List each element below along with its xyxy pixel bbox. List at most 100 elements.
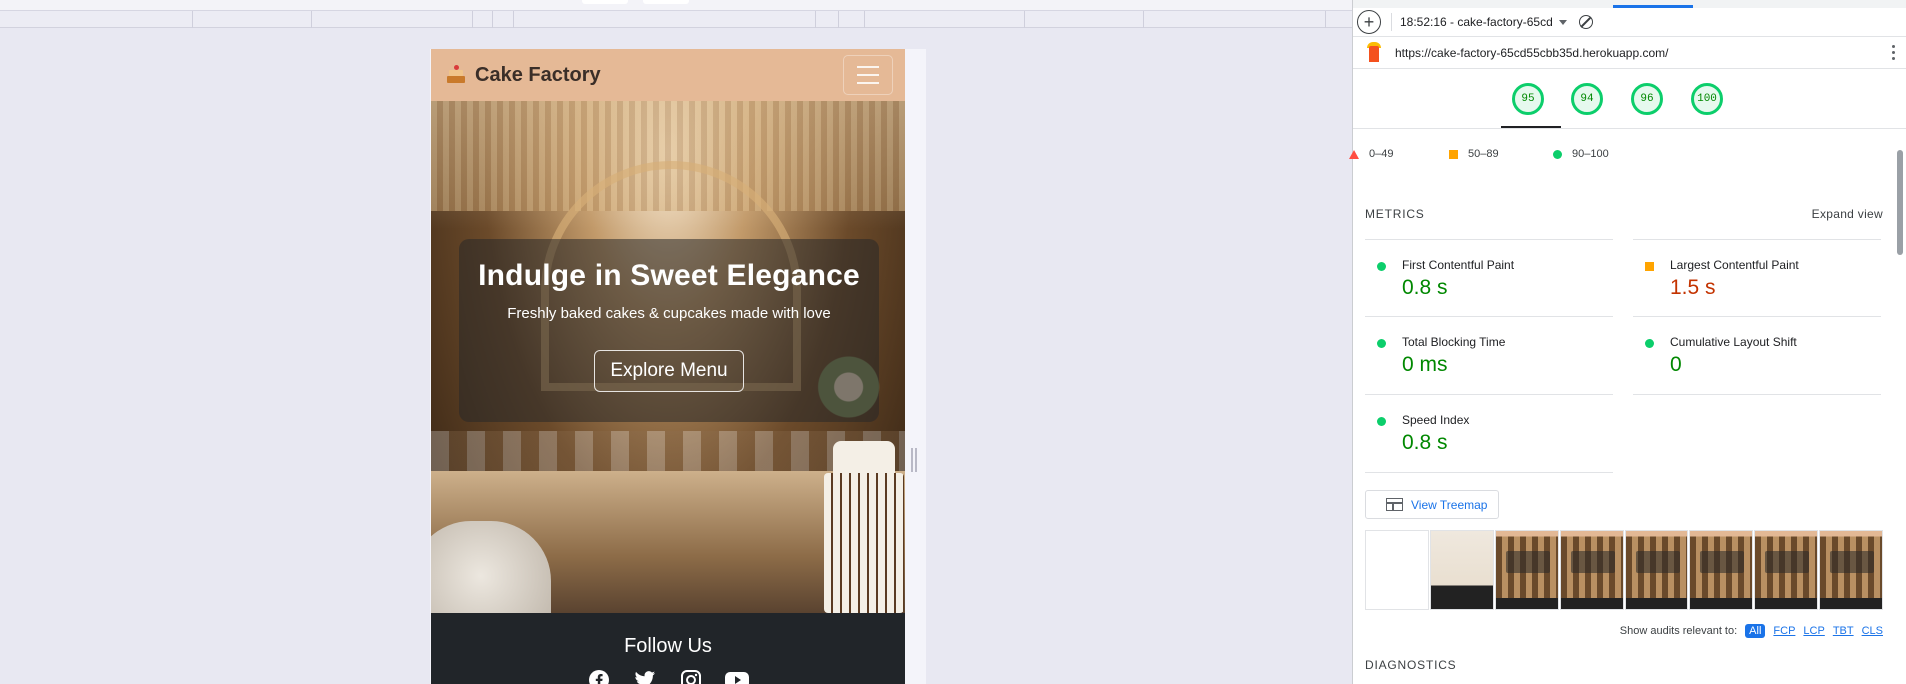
best-practices-score-gauge[interactable]: 96	[1631, 83, 1663, 115]
breakpoint-tick[interactable]	[192, 11, 193, 28]
youtube-icon[interactable]	[725, 668, 749, 684]
legend-fail-range: 0–49	[1369, 148, 1394, 160]
pass-circle-icon	[1377, 339, 1386, 348]
expand-view-toggle[interactable]: Expand view	[1812, 207, 1883, 221]
emulated-page: Cake Factory Indulge in Sweet Elegance F…	[431, 49, 905, 684]
legend-pass-range: 90–100	[1572, 148, 1609, 160]
metric-value: 0.8 s	[1402, 276, 1448, 299]
top-ruler	[0, 0, 1352, 11]
metric-label: First Contentful Paint	[1402, 258, 1515, 272]
filter-lcp[interactable]: LCP	[1803, 625, 1824, 637]
pass-circle-icon	[1377, 417, 1386, 426]
filter-all[interactable]: All	[1745, 624, 1766, 638]
ruler-chip	[582, 0, 628, 4]
active-gauge-indicator	[1501, 126, 1561, 128]
devtools-tab-strip[interactable]	[1353, 0, 1906, 8]
breakpoint-tick[interactable]	[838, 11, 839, 28]
footer-title: Follow Us	[624, 635, 712, 657]
metric-value: 0.8 s	[1402, 431, 1448, 454]
breakpoint-tick[interactable]	[311, 11, 312, 28]
breakpoint-tick[interactable]	[1143, 11, 1144, 28]
report-url-bar: https://cake-factory-65cd55cbb35d.heroku…	[1353, 37, 1906, 69]
accessibility-score-gauge[interactable]: 94	[1571, 83, 1603, 115]
treemap-icon	[1386, 498, 1403, 511]
media-query-bar[interactable]	[0, 11, 1352, 28]
view-treemap-button[interactable]: View Treemap	[1365, 490, 1499, 519]
filter-fcp[interactable]: FCP	[1773, 625, 1795, 637]
brand-name[interactable]: Cake Factory	[475, 64, 601, 87]
lighthouse-logo-icon	[1365, 41, 1383, 64]
menu-toggle-button[interactable]	[843, 55, 893, 95]
filmstrip-frame	[1429, 530, 1494, 610]
metric-value: 0	[1670, 353, 1682, 376]
filmstrip-frame	[1494, 530, 1559, 610]
device-resize-handle[interactable]	[911, 448, 917, 472]
hero-section: Indulge in Sweet Elegance Freshly baked …	[431, 101, 905, 613]
average-square-icon	[1645, 262, 1654, 271]
audit-filter-bar: Show audits relevant to: All FCP LCP TBT…	[1353, 624, 1883, 638]
ruler-chip	[643, 0, 689, 4]
fail-triangle-icon	[1349, 149, 1359, 159]
filmstrip-frame	[1754, 530, 1819, 610]
twitter-icon[interactable]	[633, 668, 657, 684]
explore-menu-button[interactable]: Explore Menu	[594, 350, 744, 392]
performance-score-gauge[interactable]: 95	[1512, 83, 1544, 115]
breakpoint-tick[interactable]	[513, 11, 514, 28]
clear-reports-icon[interactable]	[1578, 15, 1593, 29]
metric-tbt: Total Blocking Time 0 ms	[1365, 317, 1613, 395]
pass-circle-icon	[1645, 339, 1654, 348]
metric-value: 1.5 s	[1670, 276, 1716, 299]
score-gauges: 95 94 96 100	[1353, 69, 1906, 129]
filmstrip-frame	[1689, 530, 1754, 610]
diagnostics-title: DIAGNOSTICS	[1365, 658, 1457, 672]
filmstrip-frame	[1819, 530, 1883, 610]
pass-circle-icon	[1553, 149, 1562, 159]
hero-title: Indulge in Sweet Elegance	[478, 259, 860, 292]
breakpoint-tick[interactable]	[864, 11, 865, 28]
new-report-button[interactable]: +	[1357, 10, 1381, 34]
filter-tbt[interactable]: TBT	[1833, 625, 1854, 637]
filter-cls[interactable]: CLS	[1862, 625, 1883, 637]
metric-lcp: Largest Contentful Paint 1.5 s	[1633, 239, 1881, 317]
metric-speed-index: Speed Index 0.8 s	[1365, 395, 1613, 473]
facebook-icon[interactable]	[587, 668, 611, 684]
filmstrip	[1365, 530, 1883, 610]
metrics-title: METRICS	[1365, 207, 1425, 221]
instagram-icon[interactable]	[679, 668, 703, 684]
report-selector-label: 18:52:16 - cake-factory-65cd	[1400, 15, 1553, 29]
legend-average-range: 50–89	[1468, 148, 1499, 160]
caret-down-icon	[1558, 19, 1567, 25]
breakpoint-tick[interactable]	[815, 11, 816, 28]
panel-scrollbar[interactable]	[1897, 150, 1903, 255]
score-value: 94	[1580, 93, 1594, 105]
filmstrip-frame	[1559, 530, 1624, 610]
hero-subtitle: Freshly baked cakes & cupcakes made with…	[507, 305, 831, 322]
score-value: 95	[1521, 93, 1535, 105]
plus-icon: +	[1363, 12, 1375, 32]
devtools-panel: + 18:52:16 - cake-factory-65cd https://c…	[1349, 0, 1906, 684]
breakpoint-tick[interactable]	[492, 11, 493, 28]
report-selector[interactable]: 18:52:16 - cake-factory-65cd	[1400, 15, 1567, 29]
pass-circle-icon	[1377, 262, 1386, 271]
cake-icon	[445, 64, 467, 86]
more-options-icon[interactable]	[1892, 45, 1895, 60]
metric-value: 0 ms	[1402, 353, 1448, 376]
metric-cls: Cumulative Layout Shift 0	[1633, 317, 1881, 395]
lighthouse-toolbar: + 18:52:16 - cake-factory-65cd	[1353, 8, 1906, 37]
navbar: Cake Factory	[431, 49, 905, 101]
metric-label: Speed Index	[1402, 413, 1470, 427]
metric-label: Largest Contentful Paint	[1670, 258, 1799, 272]
hamburger-icon	[857, 66, 879, 68]
score-value: 96	[1640, 93, 1654, 105]
social-links	[431, 668, 905, 684]
filmstrip-frame	[1365, 530, 1429, 610]
view-treemap-label: View Treemap	[1411, 497, 1488, 512]
metrics-header: METRICS Expand view	[1365, 207, 1883, 221]
seo-score-gauge[interactable]: 100	[1691, 83, 1723, 115]
report-url[interactable]: https://cake-factory-65cd55cbb35d.heroku…	[1395, 46, 1669, 60]
breakpoint-tick[interactable]	[472, 11, 473, 28]
breakpoint-tick[interactable]	[1024, 11, 1025, 28]
breakpoint-tick[interactable]	[1325, 11, 1326, 28]
score-legend: 0–49 50–89 90–100	[1349, 146, 1906, 164]
metric-fcp: First Contentful Paint 0.8 s	[1365, 239, 1613, 317]
